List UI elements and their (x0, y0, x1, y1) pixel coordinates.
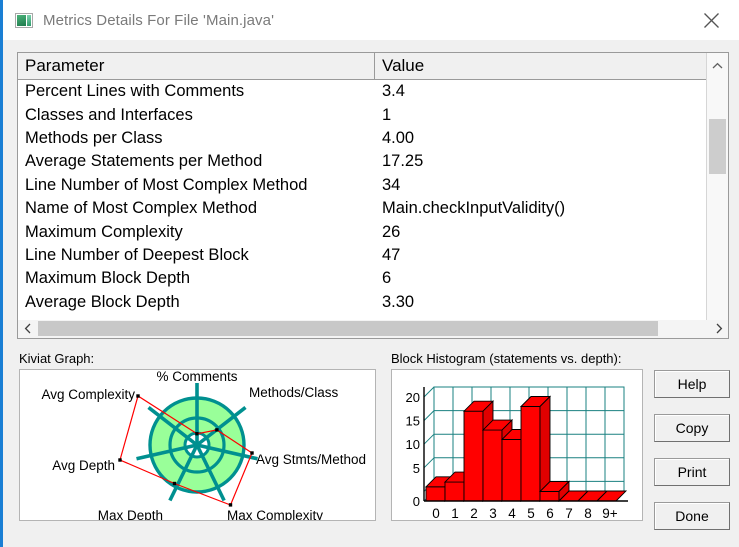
x-tick-label: 8 (584, 506, 592, 520)
cell-value: 3.4 (382, 82, 405, 101)
cell-value: 1 (382, 105, 392, 124)
x-tick-label: 9+ (602, 506, 618, 520)
y-tick-label: 20 (406, 390, 420, 405)
cell-parameter: Maximum Block Depth (25, 269, 191, 288)
block-histogram-chart: 20 15 10 5 0 0 1 2 3 4 5 6 7 8 9+ (406, 386, 628, 520)
cell-parameter: Average Statements per Method (25, 152, 263, 171)
kiviat-axis-label: Avg Depth (52, 458, 115, 473)
close-icon[interactable] (691, 6, 731, 34)
scrollbar-thumb-vertical[interactable] (709, 119, 726, 174)
chevron-right-icon[interactable] (709, 320, 728, 337)
block-histogram-label: Block Histogram (statements vs. depth): (391, 351, 622, 366)
table-row[interactable]: Maximum Complexity 26 (18, 220, 728, 243)
copy-button[interactable]: Copy (654, 414, 730, 442)
cell-parameter: Line Number of Most Complex Method (25, 175, 308, 194)
cell-parameter: Classes and Interfaces (25, 105, 193, 124)
x-tick-label: 3 (489, 506, 497, 520)
cell-parameter: Average Block Depth (25, 292, 180, 311)
kiviat-axis-label: Avg Stmts/Method (256, 452, 366, 467)
kiviat-graph-label: Kiviat Graph: (19, 351, 95, 366)
help-button[interactable]: Help (654, 370, 730, 398)
scrollbar-thumb-horizontal[interactable] (38, 321, 658, 336)
cell-parameter: Maximum Complexity (25, 222, 183, 241)
table-row[interactable]: Methods per Class 4.00 (18, 127, 728, 150)
x-tick-label: 0 (432, 506, 440, 520)
table-row[interactable]: Average Block Depth 3.30 (18, 291, 728, 314)
kiviat-axis-label: Methods/Class (249, 385, 339, 400)
cell-parameter: Methods per Class (25, 128, 163, 147)
print-button[interactable]: Print (654, 458, 730, 486)
chevron-up-icon[interactable] (707, 53, 728, 79)
kiviat-axis-label: Avg Complexity (41, 387, 135, 402)
kiviat-radar-chart: % Comments Methods/Class Avg Stmts/Metho… (41, 370, 366, 520)
kiviat-axis-label: Max Complexity (227, 508, 323, 520)
table-row[interactable]: Line Number of Most Complex Method 34 (18, 174, 728, 197)
cell-parameter: Line Number of Deepest Block (25, 245, 249, 264)
table-row[interactable]: Classes and Interfaces 1 (18, 103, 728, 126)
x-tick-label: 7 (565, 506, 573, 520)
chevron-left-icon[interactable] (18, 320, 37, 337)
cell-value: Main.checkInputValidity() (382, 199, 566, 218)
y-tick-label: 10 (406, 437, 420, 452)
window-title: Metrics Details For File 'Main.java' (43, 11, 275, 29)
metrics-table[interactable]: Parameter Value Percent Lines with Comme… (17, 52, 729, 337)
x-tick-label: 1 (451, 506, 459, 520)
cell-value: 6 (382, 269, 392, 288)
table-row[interactable]: Average Statements per Method 17.25 (18, 150, 728, 173)
table-row[interactable]: Line Number of Deepest Block 47 (18, 244, 728, 267)
table-row[interactable]: Name of Most Complex Method Main.checkIn… (18, 197, 728, 220)
kiviat-graph-panel: % Comments Methods/Class Avg Stmts/Metho… (19, 369, 376, 521)
kiviat-axis-label: % Comments (156, 370, 237, 384)
x-tick-label: 2 (470, 506, 478, 520)
cell-value: 3.30 (382, 292, 415, 311)
column-header-parameter[interactable]: Parameter (18, 53, 375, 79)
table-row[interactable]: Maximum Block Depth 6 (18, 267, 728, 290)
cell-parameter: Name of Most Complex Method (25, 199, 258, 218)
column-header-value[interactable]: Value (375, 53, 728, 79)
metrics-window-icon (15, 12, 33, 28)
table-horizontal-scrollbar[interactable] (17, 320, 729, 339)
y-tick-label: 15 (406, 414, 420, 429)
cell-value: 34 (382, 175, 401, 194)
cell-value: 17.25 (382, 152, 424, 171)
y-tick-label: 5 (413, 461, 420, 476)
x-tick-label: 6 (546, 506, 554, 520)
table-body: Percent Lines with Comments 3.4 Classes … (18, 80, 728, 314)
x-tick-label: 4 (508, 506, 516, 520)
cell-value: 26 (382, 222, 401, 241)
table-vertical-scrollbar[interactable] (706, 53, 728, 336)
table-row[interactable]: Percent Lines with Comments 3.4 (18, 80, 728, 103)
done-button[interactable]: Done (654, 502, 730, 530)
title-bar: Metrics Details For File 'Main.java' (3, 0, 739, 40)
kiviat-axis-label: Max Depth (98, 508, 163, 520)
metrics-details-window: Metrics Details For File 'Main.java' Par… (0, 0, 739, 547)
cell-value: 47 (382, 245, 401, 264)
table-header-row: Parameter Value (18, 53, 728, 80)
block-histogram-panel: 20 15 10 5 0 0 1 2 3 4 5 6 7 8 9+ (391, 369, 643, 521)
y-tick-label: 0 (413, 494, 420, 509)
cell-parameter: Percent Lines with Comments (25, 82, 245, 101)
x-tick-label: 5 (527, 506, 535, 520)
cell-value: 4.00 (382, 128, 415, 147)
